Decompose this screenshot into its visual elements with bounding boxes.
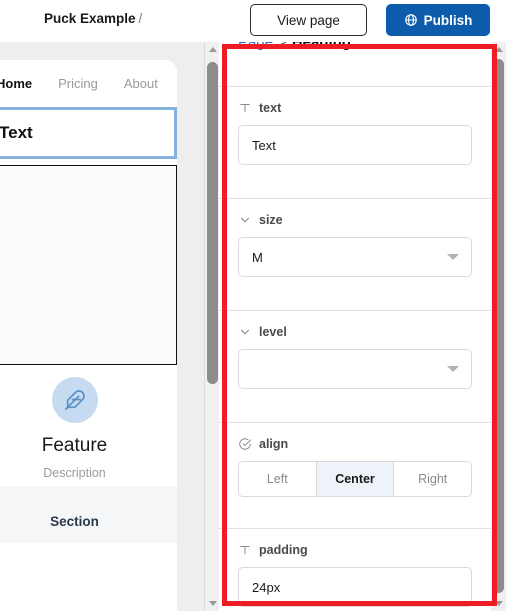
size-select[interactable]: M [238,237,472,277]
scroll-down-arrow-icon[interactable] [205,596,220,611]
feature-description: Description [43,466,106,480]
align-radio-group[interactable]: Left Center Right [238,461,472,497]
brand-separator: / [138,11,143,26]
field-label-size: size [238,213,472,227]
fields-panel-scrollbar[interactable] [491,42,506,611]
field-group-align: align Left Center Right [219,422,491,497]
hero-block[interactable] [0,165,177,365]
field-group-text: text [219,86,491,165]
padding-input[interactable] [238,567,472,607]
section-block[interactable]: Section [0,486,177,543]
size-select-value: M [252,249,263,265]
preview-canvas[interactable]: Home Pricing About Text Feature Descript… [0,42,205,611]
align-option-center[interactable]: Center [316,462,395,496]
field-group-size: size M [219,198,491,277]
type-text-icon [238,101,252,115]
check-circle-icon [238,437,252,451]
scroll-down-arrow-icon[interactable] [491,596,506,611]
publish-button[interactable]: Publish [386,4,490,36]
page-title: Puck Example / [44,11,142,26]
type-text-icon [238,543,252,557]
field-label-level: level [238,325,472,339]
publish-label: Publish [423,12,473,28]
feature-icon-circle [51,377,98,423]
feature-block[interactable]: Feature Description [0,365,177,480]
field-label-size-value: size [259,213,283,227]
scroll-up-arrow-icon[interactable] [491,42,506,57]
preview-scrollbar[interactable] [204,42,219,611]
nav-item-home[interactable]: Home [0,76,32,91]
app-header: Puck Example / View page Publish [0,0,507,42]
section-title: Section [50,514,99,529]
scrollbar-thumb[interactable] [207,62,218,384]
selected-heading-text: Text [0,123,33,142]
field-label-padding-value: padding [259,543,308,557]
field-label-level-value: level [259,325,287,339]
scroll-up-arrow-icon[interactable] [205,42,220,57]
field-label-text-value: text [259,101,282,115]
puck-editor-window: Puck Example / View page Publish Home Pri… [0,0,507,611]
breadcrumb-root[interactable]: Page [238,42,273,51]
select-caret-icon [447,254,459,260]
align-option-right[interactable]: Right [394,462,471,496]
fields-panel: Page > Heading text Text size M level al… [219,42,491,611]
feather-icon [64,389,86,411]
brand-name: Puck Example [44,11,136,26]
field-label-align: align [238,437,472,451]
text-input[interactable] [238,125,472,165]
breadcrumb: Page > Heading [238,42,351,51]
field-label-text: text [238,101,472,115]
field-group-padding: padding [219,528,491,607]
feature-title: Feature [41,435,108,456]
breadcrumb-current: Heading [291,42,351,51]
globe-icon [404,13,418,27]
field-label-padding: padding [238,543,472,557]
field-group-level: level [219,310,491,389]
view-page-button[interactable]: View page [250,4,367,36]
preview-frame: Home Pricing About Text Feature Descript… [0,60,177,611]
scrollbar-thumb[interactable] [493,59,504,593]
field-label-align-value: align [259,437,289,451]
view-page-label: View page [277,12,340,28]
preview-nav: Home Pricing About [0,60,177,107]
selected-heading-block[interactable]: Text [0,107,177,159]
chevron-down-icon [238,325,252,339]
nav-item-pricing[interactable]: Pricing [58,76,98,91]
select-caret-icon [447,366,459,372]
breadcrumb-separator: > [278,42,287,51]
level-select[interactable] [238,349,472,389]
nav-item-about[interactable]: About [124,76,158,91]
align-option-left[interactable]: Left [239,462,317,496]
chevron-down-icon [238,213,252,227]
